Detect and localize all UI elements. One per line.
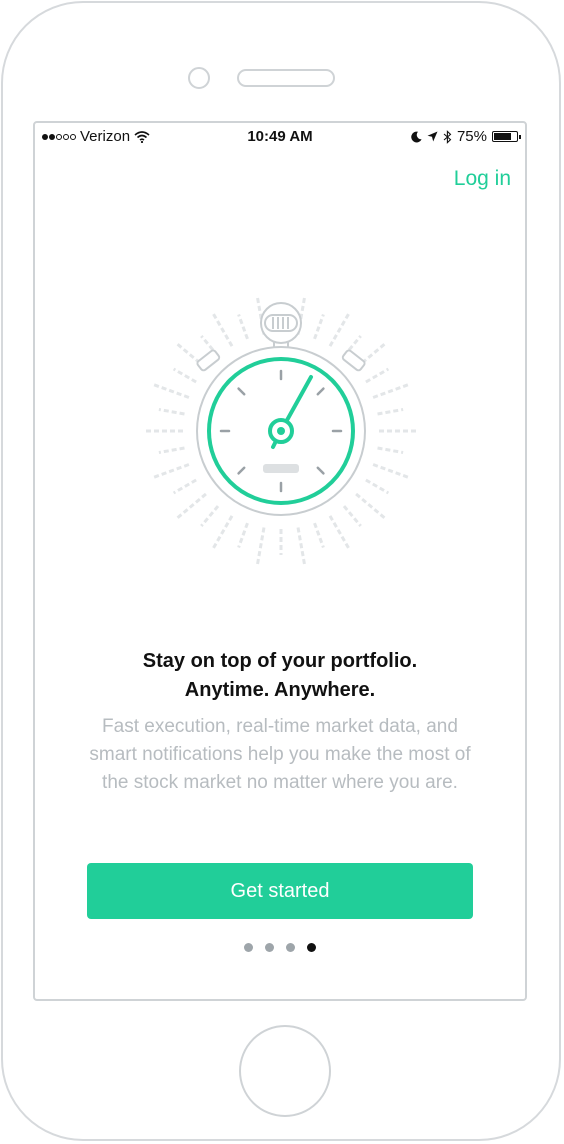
sparkle-ray bbox=[211, 515, 234, 550]
sparkle-ray bbox=[372, 383, 410, 399]
status-bar: Verizon 10:49 AM 75% bbox=[35, 123, 525, 151]
sparkle-ray bbox=[296, 527, 307, 566]
sparkle-ray bbox=[377, 446, 404, 455]
sparkle-ray bbox=[152, 383, 190, 399]
location-arrow-icon bbox=[427, 131, 438, 142]
sparkle-ray bbox=[200, 505, 220, 527]
front-camera bbox=[188, 67, 210, 89]
sparkle-ray bbox=[158, 407, 185, 416]
phone-frame: Verizon 10:49 AM 75% Log in Stay on top … bbox=[1, 1, 561, 1141]
headline-line: Anytime. Anywhere. bbox=[184, 679, 376, 701]
battery-percent: 75% bbox=[456, 128, 487, 145]
sparkle-ray bbox=[172, 478, 197, 495]
description-line: Fast execution, real-time market data, a… bbox=[102, 716, 458, 737]
onboarding-description: Fast execution, real-time market data, a… bbox=[35, 713, 525, 797]
page-dot[interactable] bbox=[307, 943, 316, 952]
sparkle-ray bbox=[175, 492, 207, 520]
onboarding-headline: Stay on top of your portfolio. Anytime. … bbox=[35, 647, 525, 705]
page-dot[interactable] bbox=[244, 943, 253, 952]
sparkle-ray bbox=[328, 515, 351, 550]
headline-line: Stay on top of your portfolio. bbox=[142, 650, 418, 672]
status-bar-right: 75% bbox=[411, 128, 521, 145]
battery-fill bbox=[494, 133, 511, 140]
login-link[interactable]: Log in bbox=[454, 167, 511, 191]
stopwatch-side-button-right bbox=[341, 349, 366, 372]
sparkle-ray bbox=[237, 522, 249, 549]
description-line: the stock market no matter where you are… bbox=[102, 772, 458, 793]
sparkle-ray bbox=[365, 478, 390, 495]
moon-icon bbox=[411, 131, 422, 142]
earpiece-speaker bbox=[237, 69, 335, 87]
stopwatch-side-button-left bbox=[196, 349, 221, 372]
app-screen: Verizon 10:49 AM 75% Log in Stay on top … bbox=[33, 121, 527, 1001]
sparkle-ray bbox=[372, 463, 410, 479]
sparkle-ray bbox=[211, 312, 234, 347]
get-started-button[interactable]: Get started bbox=[87, 863, 473, 919]
page-indicator[interactable] bbox=[35, 943, 525, 952]
sparkle-ray bbox=[313, 522, 325, 549]
sparkle-ray bbox=[172, 367, 197, 384]
sparkle-ray bbox=[377, 407, 404, 416]
stopwatch-illustration bbox=[145, 296, 417, 566]
sparkle-ray bbox=[237, 313, 249, 340]
home-button[interactable] bbox=[239, 1025, 331, 1117]
sparkle-ray bbox=[328, 312, 351, 347]
bluetooth-icon bbox=[443, 129, 452, 144]
sparkle-ray bbox=[342, 505, 362, 527]
sparkle-ray bbox=[158, 446, 185, 455]
sparkle-ray bbox=[255, 527, 266, 566]
sparkle-ray bbox=[313, 313, 325, 340]
sparkle-ray bbox=[365, 367, 390, 384]
description-line: smart notifications help you make the mo… bbox=[89, 744, 471, 765]
page-dot[interactable] bbox=[286, 943, 295, 952]
sparkle-ray bbox=[355, 492, 387, 520]
battery-icon bbox=[492, 131, 521, 142]
page-dot[interactable] bbox=[265, 943, 274, 952]
sparkle-ray bbox=[152, 463, 190, 479]
